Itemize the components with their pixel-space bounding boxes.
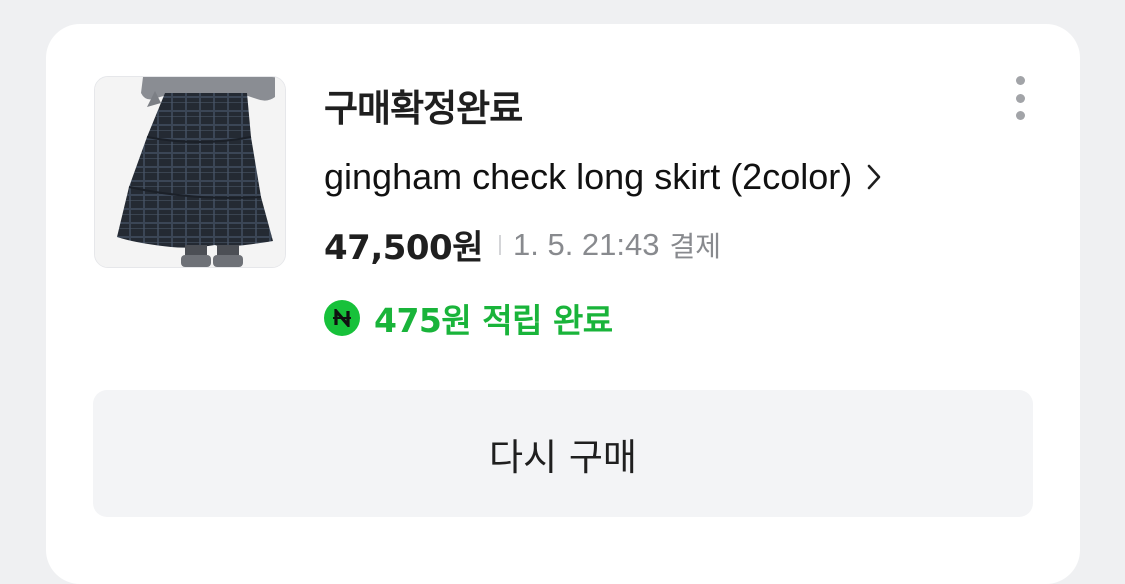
more-dot	[1015, 93, 1025, 103]
order-card: 구매확정완료 gingham check long skirt (2color)…	[46, 24, 1080, 584]
product-link[interactable]: gingham check long skirt (2color)	[324, 156, 882, 198]
product-price: 47,500원	[324, 228, 483, 268]
payment-label: 결제	[669, 229, 722, 263]
price-row: 47,500원 1. 5. 21:43 결제	[324, 220, 721, 269]
skirt-photo-image	[95, 77, 285, 267]
points-earned-text: 475원 적립 완료	[374, 301, 613, 340]
payment-date: 1. 5. 21:43	[512, 226, 660, 262]
product-thumbnail[interactable]	[94, 76, 286, 268]
product-name: gingham check long skirt (2color)	[324, 156, 853, 197]
more-dot	[1015, 76, 1025, 85]
rebuy-button[interactable]: 다시 구매	[93, 390, 1033, 517]
naver-pay-n-icon	[324, 300, 360, 336]
more-options-icon[interactable]	[1008, 76, 1032, 120]
price-divider	[498, 234, 501, 255]
points-row: 475원 적립 완료	[324, 294, 613, 342]
chevron-right-icon	[866, 163, 882, 191]
order-status-label: 구매확정완료	[324, 87, 523, 130]
more-dot	[1015, 111, 1025, 120]
